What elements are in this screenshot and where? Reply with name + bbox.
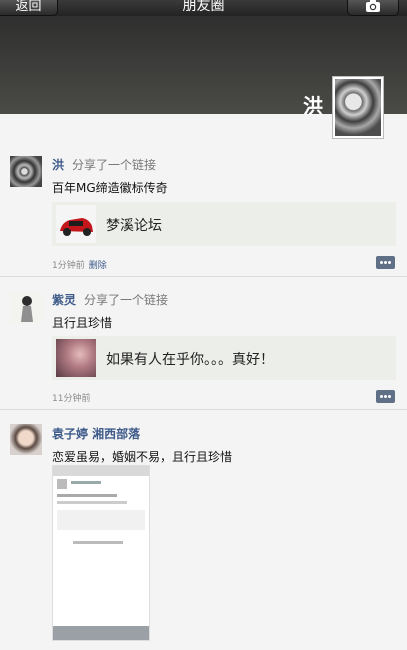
link-title: 梦溪论坛 xyxy=(106,218,162,234)
link-card[interactable]: 梦溪论坛 xyxy=(52,202,396,246)
link-thumbnail xyxy=(56,339,96,377)
post-action: 分享了一个链接 xyxy=(84,293,169,307)
avatar[interactable] xyxy=(10,292,42,323)
divider xyxy=(0,409,407,410)
post-text: 百年MG缔造徽标传奇 xyxy=(52,181,168,195)
link-card[interactable]: 如果有人在乎你。。。真好！ xyxy=(52,336,396,380)
avatar[interactable] xyxy=(10,424,42,455)
camera-button[interactable] xyxy=(347,0,399,16)
post-image[interactable] xyxy=(52,465,150,641)
post-text: 恋爱虽易，婚姻不易，且行且珍惜 xyxy=(52,450,233,464)
post-author[interactable]: 袁子婷 湘西部落 xyxy=(52,427,140,441)
top-bar: 返回 朋友圈 xyxy=(0,0,407,16)
delete-link[interactable]: 删除 xyxy=(89,261,107,271)
avatar[interactable] xyxy=(10,156,42,187)
post-text: 且行且珍惜 xyxy=(52,316,113,330)
post-author[interactable]: 紫灵 xyxy=(52,293,76,307)
post-time: 1分钟前 xyxy=(52,261,85,271)
comment-button[interactable] xyxy=(376,256,395,269)
divider xyxy=(0,276,407,277)
post-author[interactable]: 洪 xyxy=(52,158,64,172)
comment-button[interactable] xyxy=(376,390,395,403)
owner-avatar[interactable] xyxy=(332,76,384,139)
post-time: 11分钟前 xyxy=(52,394,91,404)
post-action: 分享了一个链接 xyxy=(72,158,157,172)
page-title: 朋友圈 xyxy=(182,0,225,14)
owner-name: 洪 xyxy=(303,94,323,118)
camera-icon xyxy=(366,0,380,12)
link-thumbnail xyxy=(56,205,96,243)
link-title: 如果有人在乎你。。。真好！ xyxy=(106,352,274,368)
